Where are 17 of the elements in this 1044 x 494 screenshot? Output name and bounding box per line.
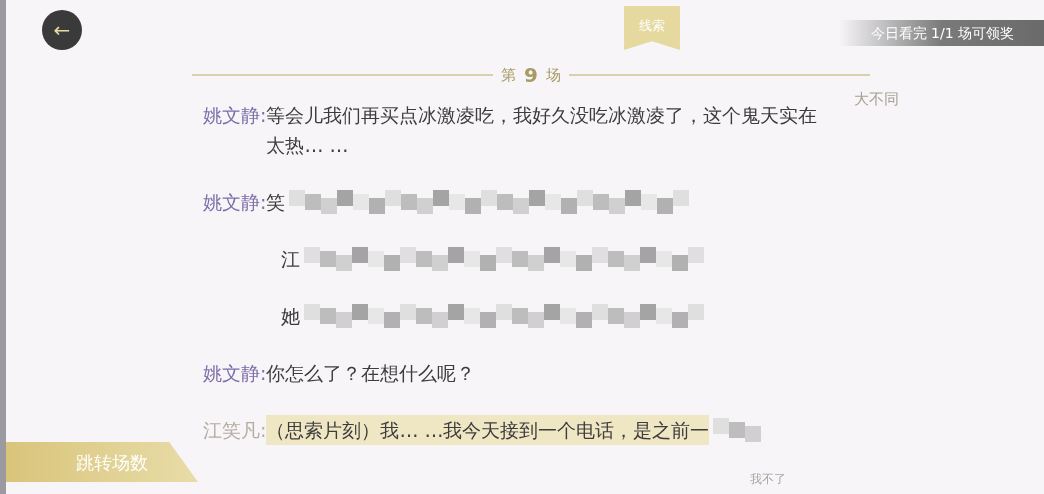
back-button[interactable]: ← xyxy=(42,10,82,50)
dialogue-text: 等会儿我们再买点冰激凌吃，我好久没吃冰激凌了，这个鬼天实在太热… … xyxy=(266,103,819,158)
dialogue-text: 江 xyxy=(281,247,300,272)
dialogue-text: 笑 xyxy=(266,190,286,215)
scene-header: 第 9 场 xyxy=(501,62,561,89)
speaker-name: 姚文静: xyxy=(203,103,267,128)
speaker-name: 姚文静: xyxy=(203,361,267,386)
jump-button[interactable]: 跳转场数 xyxy=(6,442,198,482)
side-note: 我不了 xyxy=(750,471,786,488)
clue-bookmark[interactable]: 线索 xyxy=(624,6,680,50)
side-note: 大不同 xyxy=(854,89,899,110)
dialogue-text: （思索片刻）我… …我今天接到一个电话，是之前一 xyxy=(266,415,710,445)
dialogue-text: 她 xyxy=(281,304,300,329)
speaker-name: 江笑凡: xyxy=(203,418,267,443)
speaker-name: 姚文静: xyxy=(203,190,267,215)
dialogue-text: 你怎么了？在想什么呢？ xyxy=(266,361,476,386)
redaction-mosaic xyxy=(713,418,762,442)
